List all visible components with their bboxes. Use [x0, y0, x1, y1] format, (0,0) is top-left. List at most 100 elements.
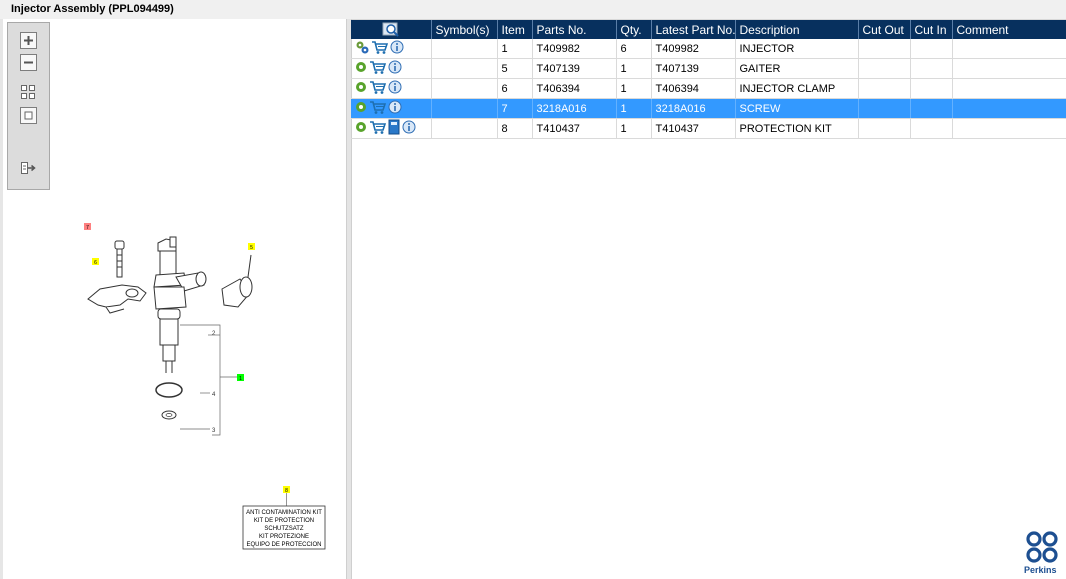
cell-cut-in[interactable] [910, 58, 953, 79]
cell-description[interactable]: INJECTOR CLAMP [735, 78, 859, 99]
table-row[interactable]: 7 3218A016 1 3218A016 SCREW [351, 98, 1066, 119]
cell-description[interactable]: GAITER [735, 58, 859, 79]
cell-comment[interactable] [952, 39, 1066, 59]
cell-item[interactable]: 5 [497, 58, 533, 79]
gear-icon[interactable] [355, 61, 367, 76]
info-icon[interactable] [388, 100, 402, 117]
info-icon[interactable] [390, 40, 404, 57]
injector-part[interactable] [153, 236, 207, 373]
cell-description[interactable]: SCREW [735, 98, 859, 119]
search-icon[interactable] [382, 22, 400, 37]
cell-symbols[interactable] [431, 58, 498, 79]
cell-comment[interactable] [952, 58, 1066, 79]
cell-description[interactable]: PROTECTION KIT [735, 118, 859, 139]
column-header-item[interactable]: Item [497, 20, 533, 39]
gear-icon[interactable] [355, 121, 367, 136]
gear-icon[interactable] [355, 81, 367, 96]
cart-icon[interactable] [369, 80, 387, 97]
column-header-symbols[interactable]: Symbol(s) [431, 20, 498, 39]
cell-item[interactable]: 7 [497, 98, 533, 119]
column-header-comment[interactable]: Comment [952, 20, 1066, 39]
cell-symbols[interactable] [431, 78, 498, 99]
cell-symbols[interactable] [431, 39, 498, 59]
injector-clamp-part[interactable] [87, 284, 147, 314]
table-row[interactable]: 6 T406394 1 T406394 INJECTOR CLAMP [351, 78, 1066, 99]
book-icon[interactable] [388, 119, 400, 138]
gaiter-part[interactable] [221, 254, 253, 308]
gear-icon[interactable] [355, 101, 367, 116]
gears-icon[interactable] [355, 40, 369, 57]
cell-item[interactable]: 8 [497, 118, 533, 139]
table-row[interactable]: 1 T409982 6 T409982 INJECTOR [351, 39, 1066, 59]
cell-qty[interactable]: 1 [616, 118, 652, 139]
zoom-in-icon[interactable] [20, 32, 37, 49]
table-row[interactable]: 8 T410437 1 T410437 PROTECTION KIT [351, 118, 1066, 139]
table-row[interactable]: 5 T407139 1 T407139 GAITER [351, 58, 1066, 79]
o-ring-part[interactable] [155, 382, 183, 398]
cart-icon[interactable] [369, 120, 387, 137]
callout-5-label: 5 [250, 245, 253, 251]
cell-qty[interactable]: 1 [616, 58, 652, 79]
table-header-row: Symbol(s) Item Parts No. Qty. Latest Par… [351, 20, 1066, 39]
cell-comment[interactable] [952, 98, 1066, 119]
cell-comment[interactable] [952, 118, 1066, 139]
cell-item[interactable]: 1 [497, 39, 533, 59]
cell-cut-in[interactable] [910, 39, 953, 59]
fit-page-icon[interactable] [20, 107, 37, 124]
parts-table: Symbol(s) Item Parts No. Qty. Latest Par… [351, 20, 1066, 139]
cell-item[interactable]: 6 [497, 78, 533, 99]
cell-cut-out[interactable] [858, 58, 911, 79]
screw-part[interactable] [114, 240, 125, 278]
cell-part-no[interactable]: T407139 [532, 58, 617, 79]
info-icon[interactable] [388, 80, 402, 97]
cell-cut-out[interactable] [858, 78, 911, 99]
exploded-diagram[interactable]: 7 6 5 2 4 3 1 8 ANTI CONTAMINATION KIT K… [60, 215, 340, 555]
cell-symbols[interactable] [431, 118, 498, 139]
cell-comment[interactable] [952, 78, 1066, 99]
cell-cut-out[interactable] [858, 98, 911, 119]
column-header-cut-in[interactable]: Cut In [910, 20, 953, 39]
column-header-parts-no[interactable]: Parts No. [532, 20, 617, 39]
cell-part-no[interactable]: T406394 [532, 78, 617, 99]
cell-cut-out[interactable] [858, 118, 911, 139]
window-titlebar: Injector Assembly (PPL094499) [0, 0, 1066, 20]
cell-latest-part-no[interactable]: T407139 [651, 58, 736, 79]
cell-part-no[interactable]: T409982 [532, 39, 617, 59]
callout-4-label: 4 [212, 392, 216, 398]
fit-all-icon[interactable] [20, 84, 37, 101]
kit-label-line: EQUIPO DE PROTECCION [246, 542, 321, 548]
cart-icon[interactable] [369, 100, 387, 117]
cell-part-no[interactable]: T410437 [532, 118, 617, 139]
cell-latest-part-no[interactable]: 3218A016 [651, 98, 736, 119]
cell-latest-part-no[interactable]: T410437 [651, 118, 736, 139]
cell-symbols[interactable] [431, 98, 498, 119]
washer-part[interactable] [161, 410, 177, 420]
cell-qty[interactable]: 1 [616, 78, 652, 99]
column-header-cut-out[interactable]: Cut Out [858, 20, 911, 39]
row-action-icons [351, 58, 432, 79]
export-icon[interactable] [20, 160, 37, 177]
cell-qty[interactable]: 1 [616, 98, 652, 119]
kit-label-line: KIT DE PROTECTION [254, 518, 314, 524]
window-title: Injector Assembly (PPL094499) [11, 3, 174, 15]
row-action-icons [351, 98, 432, 119]
column-header-description[interactable]: Description [735, 20, 859, 39]
column-header-search[interactable] [351, 20, 432, 39]
cell-cut-out[interactable] [858, 39, 911, 59]
cell-part-no[interactable]: 3218A016 [532, 98, 617, 119]
kit-label-line: SCHUTZSATZ [264, 526, 304, 532]
column-header-qty[interactable]: Qty. [616, 20, 652, 39]
info-icon[interactable] [388, 60, 402, 77]
cell-cut-in[interactable] [910, 118, 953, 139]
zoom-out-icon[interactable] [20, 54, 37, 71]
cell-latest-part-no[interactable]: T406394 [651, 78, 736, 99]
cart-icon[interactable] [371, 40, 389, 57]
cell-qty[interactable]: 6 [616, 39, 652, 59]
column-header-latest-part-no[interactable]: Latest Part No. [651, 20, 736, 39]
info-icon[interactable] [402, 120, 416, 137]
cell-cut-in[interactable] [910, 98, 953, 119]
cell-latest-part-no[interactable]: T409982 [651, 39, 736, 59]
cart-icon[interactable] [369, 60, 387, 77]
cell-cut-in[interactable] [910, 78, 953, 99]
cell-description[interactable]: INJECTOR [735, 39, 859, 59]
